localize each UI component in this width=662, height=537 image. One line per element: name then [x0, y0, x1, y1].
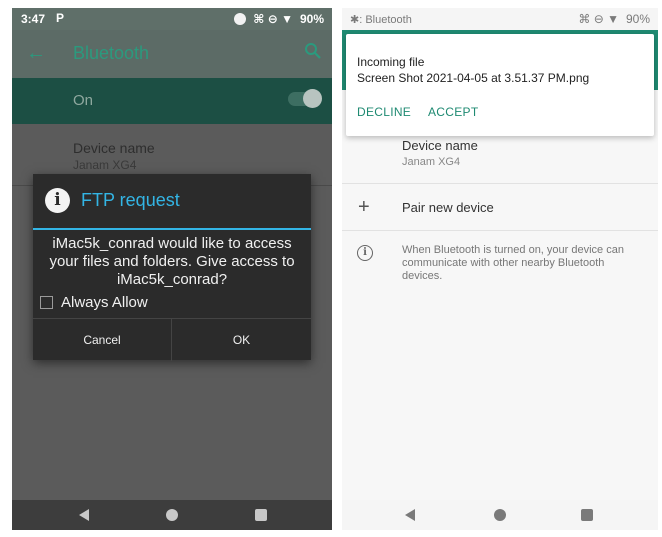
device-name-value: Janam XG4 [402, 156, 461, 168]
status-time: 3:47 [21, 12, 46, 26]
divider [342, 230, 658, 231]
back-arrow-icon[interactable]: ← [26, 42, 46, 65]
left-phone-screen: 3:47 P ⌘ ⊖ ▼ 90% ← Bluetooth On Device n… [12, 8, 332, 530]
ok-button[interactable]: OK [172, 319, 311, 361]
pair-new-device-item[interactable]: Pair new device [402, 200, 494, 215]
bluetooth-info-text: When Bluetooth is turned on, your device… [402, 244, 624, 282]
navigation-bar [342, 500, 658, 530]
status-icons: ⌘ ⊖ ▼ 90% [578, 12, 650, 26]
switch-knob [303, 89, 322, 108]
recents-nav-icon[interactable] [255, 509, 267, 521]
dialog-title-divider [33, 228, 311, 230]
status-bar: 3:47 P ⌘ ⊖ ▼ 90% [12, 8, 332, 30]
dialog-header: i FTP request [33, 174, 311, 230]
dialog-title: FTP request [81, 190, 180, 210]
home-nav-icon[interactable] [166, 509, 178, 521]
right-phone-screen: ✱: Bluetooth ⌘ ⊖ ▼ 90% Incoming file Scr… [342, 8, 658, 530]
dialog-button-row: Cancel OK [33, 318, 311, 361]
status-app-label: Bluetooth [365, 14, 412, 26]
app-badge-icon: P [56, 11, 65, 25]
ftp-request-dialog: i FTP request iMac5k_conrad would like t… [33, 174, 311, 361]
plus-icon: + [358, 196, 370, 218]
search-icon[interactable] [304, 42, 322, 65]
home-nav-icon[interactable] [494, 509, 506, 521]
app-bar: ← Bluetooth [12, 30, 332, 78]
divider [342, 183, 658, 184]
toggle-label: On [73, 92, 94, 109]
device-name-value: Janam XG4 [73, 158, 137, 172]
always-allow-checkbox[interactable] [40, 296, 53, 309]
status-glyphs: ⌘ ⊖ ▼ [253, 12, 293, 26]
navigation-bar [12, 500, 332, 530]
battery-level: 90% [299, 12, 324, 26]
back-nav-icon[interactable] [405, 509, 415, 521]
status-glyphs: ⌘ ⊖ ▼ [578, 12, 619, 26]
accept-button[interactable]: ACCEPT [428, 105, 478, 119]
bluetooth-switch[interactable] [288, 89, 322, 108]
notification-dot-icon [234, 13, 247, 25]
cancel-button[interactable]: Cancel [33, 319, 172, 361]
bluetooth-toggle-row[interactable]: On [12, 78, 332, 124]
status-icons: ⌘ ⊖ ▼ 90% [234, 12, 324, 26]
battery-level: 90% [625, 12, 650, 26]
recents-nav-icon[interactable] [581, 509, 593, 521]
info-icon: i [357, 245, 373, 261]
decline-button[interactable]: DECLINE [357, 105, 411, 119]
info-icon: i [45, 188, 70, 213]
incoming-file-notification[interactable]: Incoming file Screen Shot 2021-04-05 at … [346, 34, 654, 136]
dialog-message: iMac5k_conrad would like to access your … [49, 235, 295, 288]
status-app: ✱: Bluetooth [350, 14, 412, 26]
always-allow-label[interactable]: Always Allow [61, 294, 148, 311]
device-name-label[interactable]: Device name [402, 138, 478, 153]
settings-list [342, 90, 658, 530]
notification-title: Incoming file [357, 55, 425, 69]
status-bar: ✱: Bluetooth ⌘ ⊖ ▼ 90% [342, 8, 658, 30]
notification-filename: Screen Shot 2021-04-05 at 3.51.37 PM.png [357, 71, 590, 85]
page-title: Bluetooth [73, 43, 150, 63]
back-nav-icon[interactable] [79, 509, 89, 521]
device-name-label: Device name [73, 140, 155, 156]
